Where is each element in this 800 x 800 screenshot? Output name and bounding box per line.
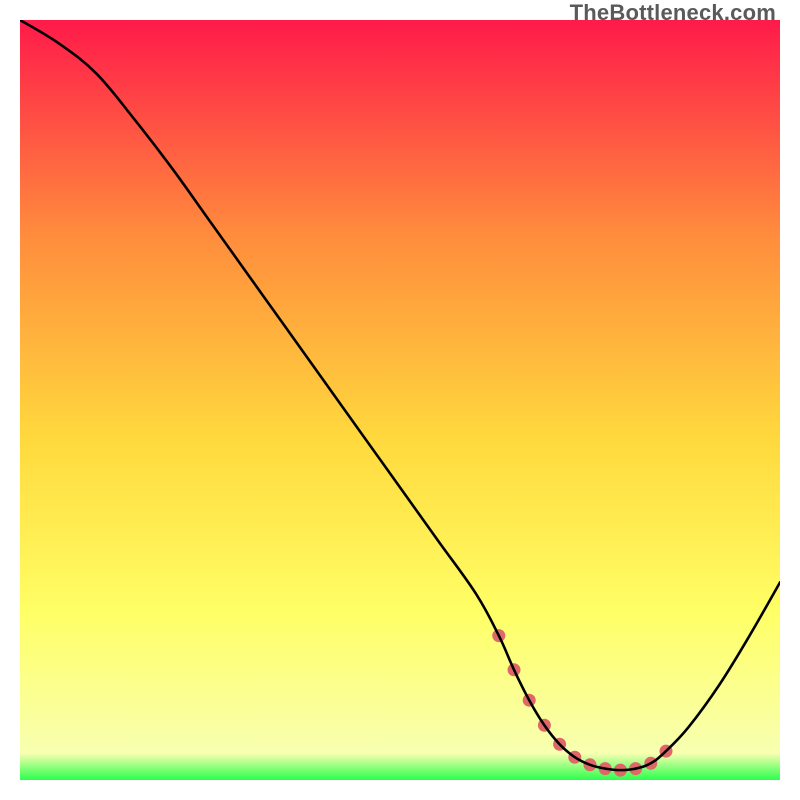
plot-area [20, 20, 780, 780]
gradient-background [20, 20, 780, 780]
chart-svg [20, 20, 780, 780]
chart-container: TheBottleneck.com [0, 0, 800, 800]
